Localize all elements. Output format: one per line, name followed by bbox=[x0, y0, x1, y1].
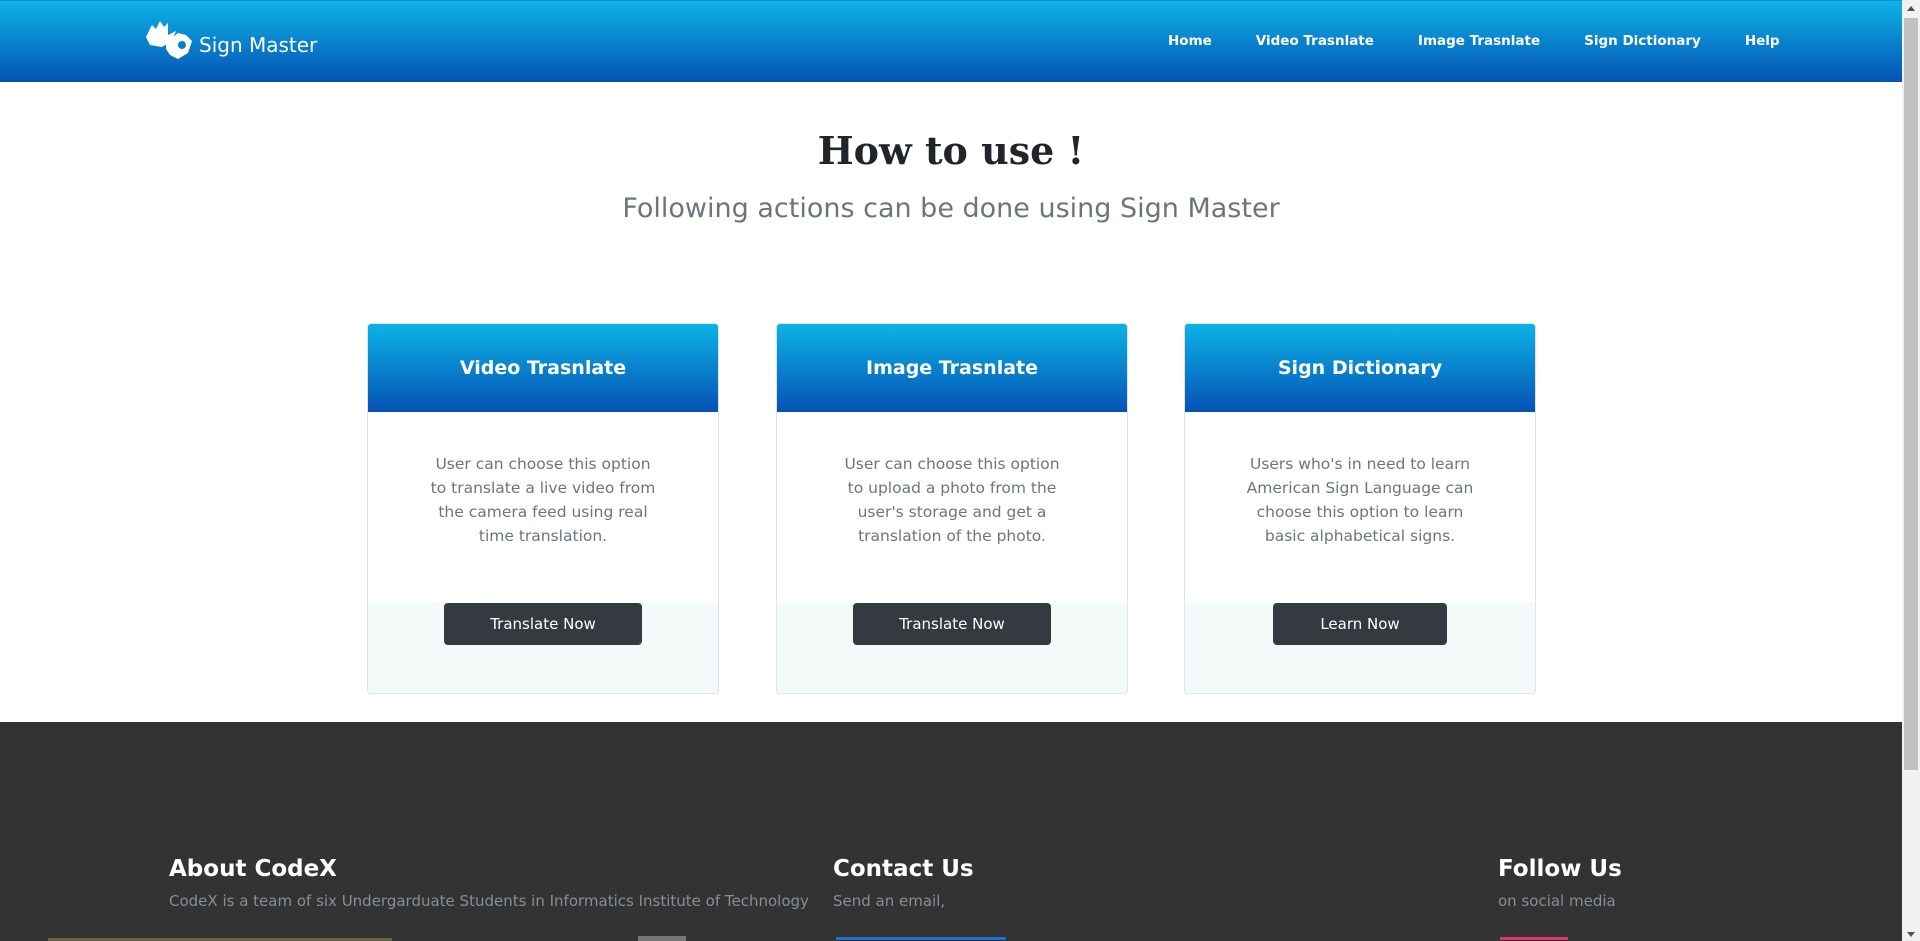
footer-follow: Follow Us on social media bbox=[1498, 856, 1622, 910]
page-subtitle: Following actions can be done using Sign… bbox=[622, 193, 1280, 224]
card-footer: Learn Now bbox=[1185, 603, 1535, 693]
card-image-translate: Image Trasnlate User can choose this opt… bbox=[776, 323, 1128, 694]
hands-logo-icon bbox=[146, 21, 192, 59]
learn-now-button[interactable]: Learn Now bbox=[1273, 603, 1447, 645]
card-footer: Translate Now bbox=[368, 603, 718, 693]
footer-about-text: CodeX is a team of six Undergarduate Stu… bbox=[169, 892, 809, 910]
email-link-partial[interactable] bbox=[836, 937, 1006, 940]
footer-contact-title: Contact Us bbox=[833, 856, 974, 882]
scroll-thumb[interactable] bbox=[1904, 18, 1918, 770]
navbar: Sign Master Home Video Trasnlate Image T… bbox=[0, 0, 1902, 82]
nav-image-translate[interactable]: Image Trasnlate bbox=[1418, 33, 1540, 49]
card-video-translate: Video Trasnlate User can choose this opt… bbox=[367, 323, 719, 694]
card-title: Sign Dictionary bbox=[1185, 324, 1535, 412]
footer-follow-text: on social media bbox=[1498, 892, 1616, 910]
nav-help[interactable]: Help bbox=[1745, 33, 1780, 49]
footer-about: About CodeX CodeX is a team of six Under… bbox=[169, 856, 809, 910]
vertical-scrollbar[interactable] bbox=[1902, 0, 1920, 941]
nav-home[interactable]: Home bbox=[1168, 33, 1212, 49]
bottom-tab bbox=[638, 936, 686, 941]
card-description: Users who's in need to learn American Si… bbox=[1246, 455, 1474, 545]
page-title: How to use ! bbox=[817, 128, 1085, 173]
brand-name: Sign Master bbox=[199, 33, 318, 57]
card-title: Image Trasnlate bbox=[777, 324, 1127, 412]
footer-contact: Contact Us Send an email, bbox=[833, 856, 974, 910]
card-title: Video Trasnlate bbox=[368, 324, 718, 412]
card-description: User can choose this option to upload a … bbox=[844, 455, 1060, 545]
card-description: User can choose this option to translate… bbox=[430, 455, 656, 545]
nav-video-translate[interactable]: Video Trasnlate bbox=[1256, 33, 1374, 49]
footer-contact-text: Send an email, bbox=[833, 892, 946, 910]
main-nav: Home Video Trasnlate Image Trasnlate Sig… bbox=[1168, 33, 1780, 49]
card-sign-dictionary: Sign Dictionary Users who's in need to l… bbox=[1184, 323, 1536, 694]
video-translate-now-button[interactable]: Translate Now bbox=[444, 603, 642, 645]
brand-logo-link[interactable]: Sign Master bbox=[142, 19, 317, 63]
scroll-up-arrow-icon[interactable] bbox=[1907, 6, 1915, 11]
footer-follow-title: Follow Us bbox=[1498, 856, 1622, 882]
nav-sign-dictionary[interactable]: Sign Dictionary bbox=[1584, 33, 1701, 49]
card-footer: Translate Now bbox=[777, 603, 1127, 693]
footer: About CodeX CodeX is a team of six Under… bbox=[0, 722, 1902, 941]
image-translate-now-button[interactable]: Translate Now bbox=[853, 603, 1051, 645]
footer-about-title: About CodeX bbox=[169, 856, 337, 882]
scroll-down-arrow-icon[interactable] bbox=[1907, 932, 1915, 937]
social-icons-partial[interactable] bbox=[1500, 937, 1568, 940]
